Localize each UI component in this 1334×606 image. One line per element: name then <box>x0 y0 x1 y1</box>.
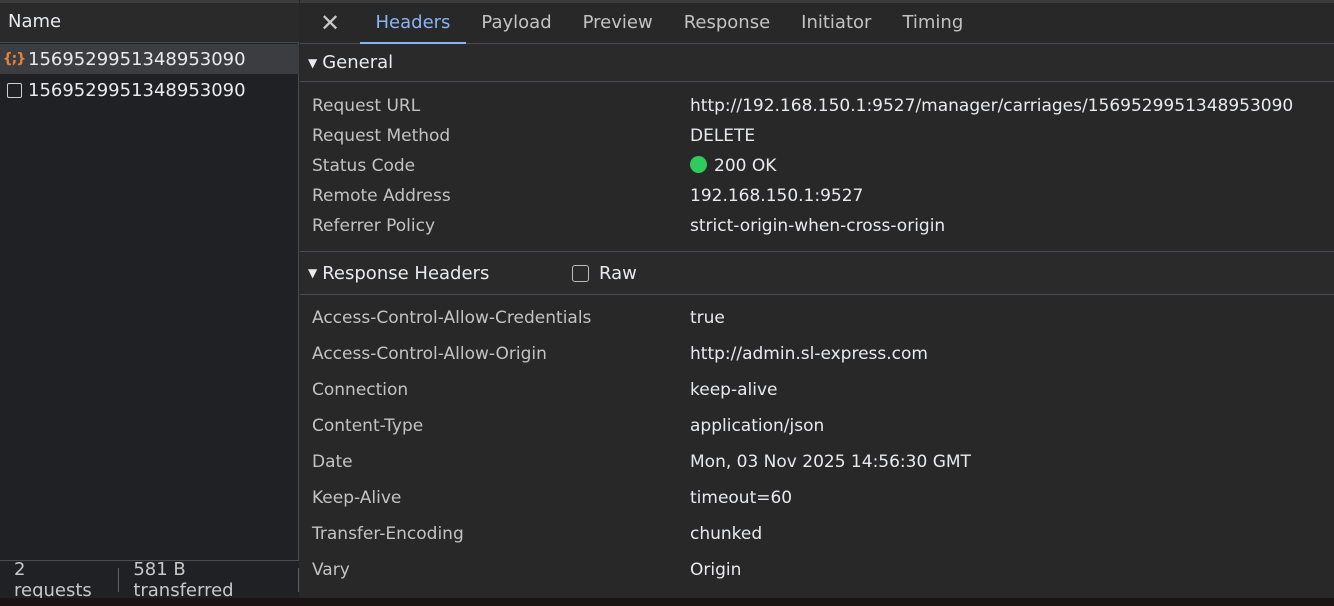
header-key: Remote Address <box>312 186 451 206</box>
raw-toggle[interactable]: Raw <box>572 252 637 294</box>
request-list-panel: Name {;} 1569529951348953090 15695299513… <box>0 0 299 601</box>
header-value: chunked <box>690 524 763 544</box>
section-title: General <box>322 52 394 73</box>
header-key: Date <box>312 452 353 472</box>
header-key: Request Method <box>312 126 451 146</box>
devtools-network-panel: Name {;} 1569529951348953090 15695299513… <box>0 0 1334 606</box>
raw-checkbox[interactable] <box>572 264 589 282</box>
header-value: Mon, 03 Nov 2025 14:56:30 GMT <box>690 452 971 472</box>
header-value: 192.168.150.1:9527 <box>690 186 864 206</box>
json-braces-icon: {;} <box>2 51 27 67</box>
tab-timing[interactable]: Timing <box>887 3 979 43</box>
details-tabbar: ✕ Headers Payload Preview Response Initi… <box>300 3 1334 44</box>
header-key: Content-Type <box>312 416 424 436</box>
header-key: Transfer-Encoding <box>312 524 464 544</box>
header-value: Origin <box>690 560 742 580</box>
tab-initiator[interactable]: Initiator <box>786 3 887 43</box>
header-value: true <box>690 308 725 328</box>
header-key: Request URL <box>312 96 421 116</box>
status-text: 200 OK <box>714 156 777 176</box>
request-name: 1569529951348953090 <box>28 79 246 101</box>
request-row[interactable]: {;} 1569529951348953090 <box>0 44 299 74</box>
close-icon[interactable]: ✕ <box>300 3 360 43</box>
general-section-header[interactable]: ▼ General <box>300 44 1334 82</box>
expand-triangle-icon: ▼ <box>308 55 318 70</box>
section-title: Response Headers <box>322 262 490 284</box>
window-bottom-edge <box>0 598 1334 606</box>
header-key: Access-Control-Allow-Origin <box>312 344 547 364</box>
status-code-value: 200 OK <box>690 156 776 176</box>
header-key: Connection <box>312 380 409 400</box>
response-headers-section-header[interactable]: ▼ Response Headers Raw <box>300 251 1334 295</box>
header-value: DELETE <box>690 126 756 146</box>
request-row[interactable]: 1569529951348953090 <box>0 75 299 105</box>
request-name: 1569529951348953090 <box>28 48 246 70</box>
expand-triangle-icon: ▼ <box>308 266 318 280</box>
transferred-size: 581 B transferred <box>133 558 234 601</box>
header-value: keep-alive <box>690 380 778 400</box>
raw-label: Raw <box>599 262 637 284</box>
tab-preview[interactable]: Preview <box>567 3 668 43</box>
header-value: http://admin.sl-express.com <box>690 344 928 364</box>
status-separator <box>298 567 299 592</box>
tab-payload[interactable]: Payload <box>466 3 567 43</box>
header-value: strict-origin-when-cross-origin <box>690 216 946 236</box>
header-key: Vary <box>312 560 350 580</box>
name-column-header[interactable]: Name <box>0 3 299 43</box>
network-status-bar: 2 requests 581 B transferred <box>0 558 299 601</box>
request-details-panel: ✕ Headers Payload Preview Response Initi… <box>300 0 1334 598</box>
request-count: 2 requests <box>14 558 92 601</box>
header-value: timeout=60 <box>690 488 793 508</box>
status-ok-icon <box>690 156 707 173</box>
header-key: Keep-Alive <box>312 488 402 508</box>
header-key: Referrer Policy <box>312 216 436 236</box>
header-value: application/json <box>690 416 825 436</box>
tab-headers[interactable]: Headers <box>360 3 466 44</box>
header-key: Status Code <box>312 156 416 176</box>
header-value: http://192.168.150.1:9527/manager/carria… <box>690 96 1294 116</box>
document-icon <box>0 82 28 98</box>
tab-response[interactable]: Response <box>668 3 785 43</box>
header-key: Access-Control-Allow-Credentials <box>312 308 592 328</box>
